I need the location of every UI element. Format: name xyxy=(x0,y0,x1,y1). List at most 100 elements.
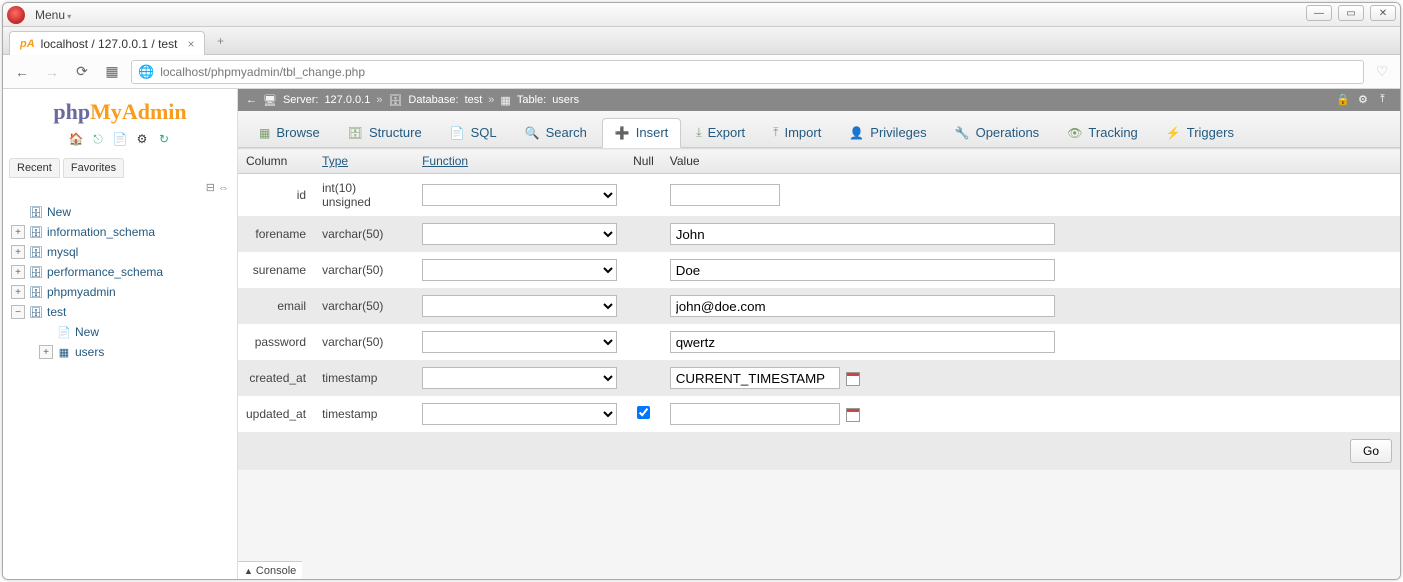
tab-tracking[interactable]: 👁Tracking xyxy=(1054,118,1151,147)
tree-db-information_schema[interactable]: + 🗄 information_schema xyxy=(11,222,233,242)
home-icon[interactable]: 🏠 xyxy=(68,131,84,147)
calendar-icon[interactable] xyxy=(846,408,860,422)
address-bar[interactable]: 🌐 xyxy=(131,60,1364,84)
tree-db-test[interactable]: − 🗄 test xyxy=(11,302,233,322)
operations-icon: 🔧 xyxy=(955,126,970,140)
logout-icon[interactable]: ⎋ xyxy=(90,131,106,147)
insert-table: Column Type Function Null Value idint(10… xyxy=(238,148,1400,470)
link-icon[interactable]: ⇔ xyxy=(218,182,229,194)
tree-table-users[interactable]: + ▦ users xyxy=(39,342,233,362)
sidebar-tab-recent[interactable]: Recent xyxy=(9,158,60,178)
expand-icon[interactable]: + xyxy=(11,225,25,239)
database-icon: 🗄 xyxy=(29,246,43,259)
value-input[interactable] xyxy=(670,331,1055,353)
expand-icon[interactable]: + xyxy=(39,345,53,359)
column-name: surename xyxy=(238,252,314,288)
nav-forward-button[interactable]: → xyxy=(41,61,63,83)
value-input[interactable] xyxy=(670,367,840,389)
page-top-icon[interactable]: ⤒ xyxy=(1380,93,1394,107)
opera-logo-icon xyxy=(7,6,25,24)
bookmark-button[interactable]: ♡ xyxy=(1372,63,1392,80)
window-maximize-button[interactable]: ▭ xyxy=(1338,5,1364,21)
column-type: varchar(50) xyxy=(314,216,414,252)
tab-search[interactable]: 🔍Search xyxy=(512,118,600,147)
browser-tabstrip: pA localhost / 127.0.0.1 / test × + xyxy=(3,27,1400,55)
tab-operations[interactable]: 🔧Operations xyxy=(942,118,1053,147)
window-close-button[interactable]: ✕ xyxy=(1370,5,1396,21)
nav-reload-button[interactable]: ⟳ xyxy=(71,61,93,83)
insert-row-id: idint(10) unsigned xyxy=(238,174,1400,217)
database-icon: 🗄 xyxy=(29,286,43,299)
tree-db-phpmyadmin[interactable]: + 🗄 phpmyadmin xyxy=(11,282,233,302)
header-type[interactable]: Type xyxy=(314,149,414,174)
crumb-table[interactable]: users xyxy=(552,94,579,106)
value-input[interactable] xyxy=(670,403,840,425)
column-type: varchar(50) xyxy=(314,324,414,360)
go-button[interactable]: Go xyxy=(1350,439,1392,463)
console-bar[interactable]: ▲ Console xyxy=(238,561,302,579)
function-select[interactable] xyxy=(422,295,617,317)
function-select[interactable] xyxy=(422,223,617,245)
tree-new-db[interactable]: 🗄 New xyxy=(11,202,233,222)
value-input[interactable] xyxy=(670,184,780,206)
header-function[interactable]: Function xyxy=(414,149,625,174)
tab-structure[interactable]: 🗄Structure xyxy=(335,118,435,147)
column-name: updated_at xyxy=(238,396,314,432)
sql-icon: 📄 xyxy=(450,126,465,140)
column-type: timestamp xyxy=(314,396,414,432)
console-expand-icon[interactable]: ▲ xyxy=(244,566,253,576)
speed-dial-button[interactable]: ▦ xyxy=(101,61,123,83)
page-settings-icon[interactable]: ⚙ xyxy=(1358,93,1372,107)
tab-browse[interactable]: ▦Browse xyxy=(246,118,333,147)
calendar-icon[interactable] xyxy=(846,372,860,386)
window-minimize-button[interactable]: — xyxy=(1306,5,1332,21)
tree-new-table[interactable]: 📄 New xyxy=(39,322,233,342)
tab-export[interactable]: ⤓Export xyxy=(683,118,758,147)
function-select[interactable] xyxy=(422,367,617,389)
new-tab-button[interactable]: + xyxy=(211,32,229,50)
column-type: int(10) unsigned xyxy=(314,174,414,217)
tab-privileges[interactable]: 👤Privileges xyxy=(836,118,939,147)
lock-icon[interactable]: 🔒 xyxy=(1336,93,1350,107)
tree-db-performance_schema[interactable]: + 🗄 performance_schema xyxy=(11,262,233,282)
url-input[interactable] xyxy=(160,65,1357,79)
pma-logo: phpMyAdmin xyxy=(3,89,237,127)
reload-tree-icon[interactable]: ↻ xyxy=(156,131,172,147)
browser-menu-button[interactable]: Menu xyxy=(29,8,77,22)
value-input[interactable] xyxy=(670,223,1055,245)
sidebar-tab-favorites[interactable]: Favorites xyxy=(63,158,124,178)
expand-icon[interactable]: + xyxy=(11,245,25,259)
tab-import[interactable]: ⤒Import xyxy=(760,118,834,147)
site-info-icon[interactable]: 🌐 xyxy=(138,64,154,80)
value-input[interactable] xyxy=(670,259,1055,281)
value-input[interactable] xyxy=(670,295,1055,317)
column-name: id xyxy=(238,174,314,217)
structure-icon: 🗄 xyxy=(348,126,363,140)
function-select[interactable] xyxy=(422,259,617,281)
function-select[interactable] xyxy=(422,331,617,353)
tab-close-icon[interactable]: × xyxy=(187,37,194,51)
pma-sidebar: phpMyAdmin 🏠 ⎋ 📄 ⚙ ↻ Recent Favorites ⊟ … xyxy=(3,89,238,579)
browser-tab-active[interactable]: pA localhost / 127.0.0.1 / test × xyxy=(9,31,205,55)
column-type: varchar(50) xyxy=(314,288,414,324)
collapse-icon[interactable]: − xyxy=(11,305,25,319)
function-select[interactable] xyxy=(422,184,617,206)
breadcrumb-collapse-icon[interactable]: ← xyxy=(246,94,257,106)
db-tree: 🗄 New + 🗄 information_schema + 🗄 mysql +… xyxy=(3,198,237,366)
settings-icon[interactable]: ⚙ xyxy=(134,131,150,147)
expand-icon[interactable]: + xyxy=(11,265,25,279)
tab-sql[interactable]: 📄SQL xyxy=(437,118,510,147)
tab-triggers[interactable]: ⚡Triggers xyxy=(1153,118,1247,147)
function-select[interactable] xyxy=(422,403,617,425)
tab-insert[interactable]: ➕Insert xyxy=(602,118,681,148)
triggers-icon: ⚡ xyxy=(1166,126,1181,140)
expand-icon[interactable]: + xyxy=(11,285,25,299)
nav-back-button[interactable]: ← xyxy=(11,61,33,83)
crumb-db[interactable]: test xyxy=(465,94,483,106)
tree-db-mysql[interactable]: + 🗄 mysql xyxy=(11,242,233,262)
null-checkbox[interactable] xyxy=(637,406,650,419)
collapse-all-icon[interactable]: ⊟ xyxy=(206,182,215,194)
docs-icon[interactable]: 📄 xyxy=(112,131,128,147)
new-db-icon: 🗄 xyxy=(29,206,43,219)
crumb-server[interactable]: 127.0.0.1 xyxy=(324,94,370,106)
